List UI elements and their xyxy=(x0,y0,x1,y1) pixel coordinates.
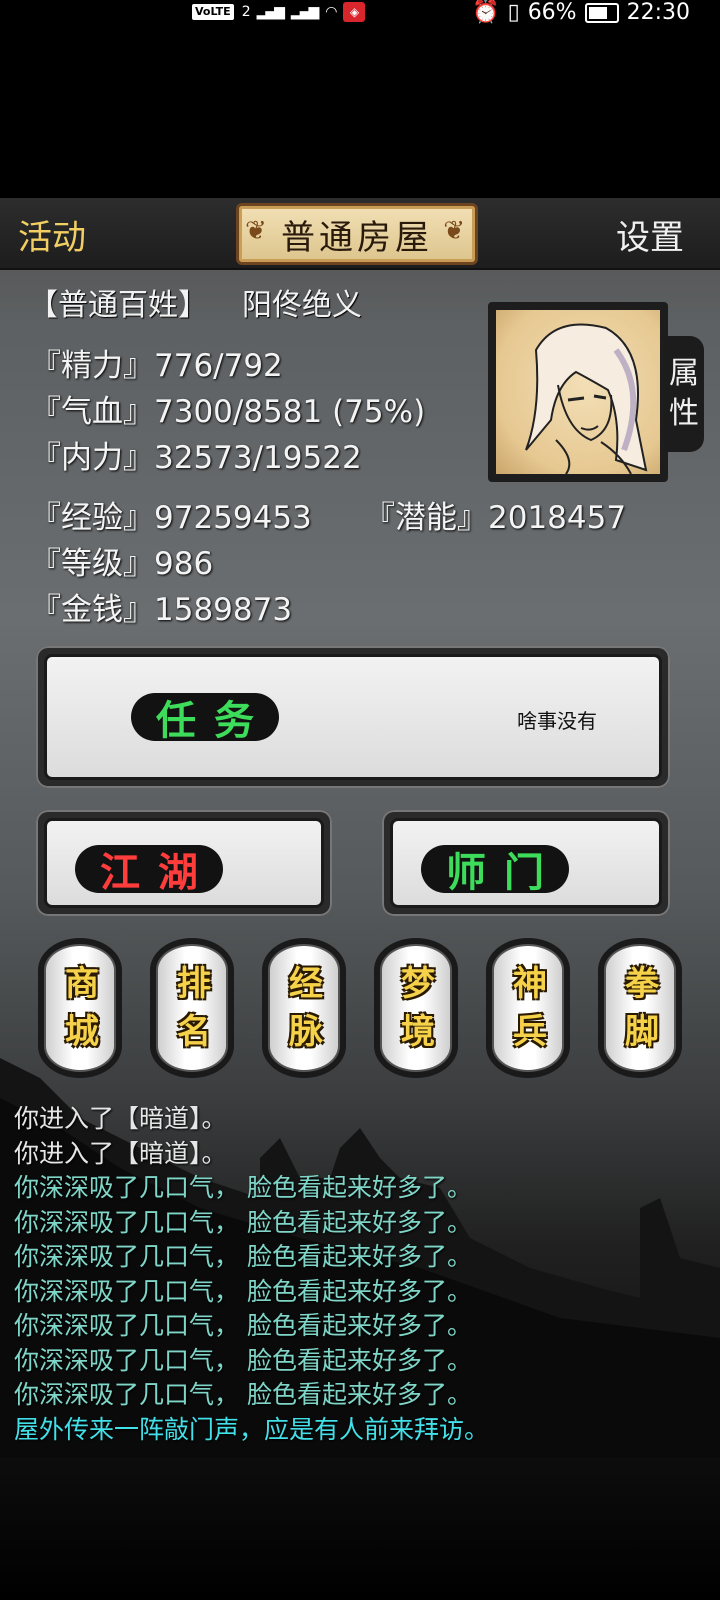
settings-button[interactable]: 设置 xyxy=(616,210,684,259)
status-right: ⏰ ▯ 66% 22:30 xyxy=(472,0,690,25)
task-panel-inner: 任务 啥事没有 xyxy=(44,654,662,780)
stat-label: 『经验』 xyxy=(30,500,154,536)
clock: 22:30 xyxy=(626,0,690,25)
log-line: 你进入了【暗道】。 xyxy=(14,1104,227,1133)
task-button[interactable]: 任务 xyxy=(131,693,279,744)
avatar[interactable] xyxy=(488,302,668,482)
stat-value: 2018457 xyxy=(488,500,627,536)
stat-jinqian: 『金钱』1589873 xyxy=(30,584,292,629)
stat-qianneng: 『潜能』2018457 xyxy=(364,492,626,537)
task-panel[interactable]: 任务 啥事没有 xyxy=(36,646,670,788)
stat-label: 『精力』 xyxy=(30,348,154,384)
stat-value: 32573/19522 xyxy=(154,440,362,476)
log-line: 你深深吸了几口气， 脸色看起来好多了。 xyxy=(14,1276,472,1306)
stat-label: 『气血』 xyxy=(30,394,154,430)
stat-value: 986 xyxy=(154,546,214,582)
game-screen: 活动 ❦ 普通房屋 ❦ 设置 【普通百姓】 阳佟绝义 『精力』776/792 『气… xyxy=(0,198,720,1600)
message-log[interactable]: 你进入了【暗道】。 你进入了【暗道】。 你深深吸了几口气， 脸色看起来好多了。 … xyxy=(14,1102,714,1447)
battery-icon xyxy=(584,2,619,23)
top-bar: 活动 ❦ 普通房屋 ❦ 设置 xyxy=(0,198,720,270)
stat-jingli: 『精力』776/792 xyxy=(30,340,283,385)
stat-value: 7300/8581 (75%) xyxy=(154,394,426,430)
stat-label: 『潜能』 xyxy=(364,500,488,536)
stat-label: 『内力』 xyxy=(30,440,154,476)
volte-badge: VoLTE xyxy=(192,4,234,20)
wifi-icon: ◠ xyxy=(325,4,337,20)
attributes-tab-char-1: 属 xyxy=(669,356,699,391)
location-title-text: 普通房屋 xyxy=(281,217,433,258)
log-line: 你深深吸了几口气， 脸色看起来好多了。 xyxy=(14,1242,472,1271)
task-status: 啥事没有 xyxy=(517,709,597,733)
log-line: 你深深吸了几口气， 脸色看起来好多了。 xyxy=(14,1311,472,1340)
stat-value: 776/792 xyxy=(154,348,283,384)
ornament-right-icon: ❦ xyxy=(443,216,469,246)
sim-indicator: 2 xyxy=(241,4,251,20)
character-portrait-drawing xyxy=(525,323,648,474)
stat-value: 1589873 xyxy=(154,592,293,628)
stat-qixue: 『气血』7300/8581 (75%) xyxy=(30,386,425,431)
jianghu-panel[interactable]: 江湖 xyxy=(36,810,332,916)
app-notification-icon: ◈ xyxy=(343,2,366,22)
player-rank: 【普通百姓】 xyxy=(28,288,208,323)
activity-button[interactable]: 活动 xyxy=(18,210,86,259)
log-line: 你深深吸了几口气， 脸色看起来好多了。 xyxy=(14,1345,472,1375)
jianghu-button[interactable]: 江湖 xyxy=(75,845,223,896)
stat-label: 『等级』 xyxy=(30,546,154,582)
log-line: 你深深吸了几口气， 脸色看起来好多了。 xyxy=(14,1173,472,1202)
player-identity: 【普通百姓】 阳佟绝义 xyxy=(28,280,362,324)
jianghu-panel-inner: 江湖 xyxy=(44,818,324,908)
shimen-button[interactable]: 师门 xyxy=(421,845,569,896)
shimen-panel[interactable]: 师门 xyxy=(382,810,670,916)
signal-icon-2: ▂▄▆ xyxy=(290,4,319,20)
location-title: ❦ 普通房屋 ❦ xyxy=(236,203,478,265)
ornament-left-icon: ❦ xyxy=(245,216,271,246)
stat-jingyan: 『经验』97259453 xyxy=(30,492,312,537)
shimen-panel-inner: 师门 xyxy=(390,818,662,908)
signal-icon: ▂▄▆ xyxy=(256,4,285,20)
log-line: 你深深吸了几口气， 脸色看起来好多了。 xyxy=(14,1207,472,1237)
attributes-tab-char-2: 性 xyxy=(669,396,699,431)
stat-neili: 『内力』32573/19522 xyxy=(30,432,362,477)
log-line: 屋外传来一阵敲门声，应是有人前来拜访。 xyxy=(14,1414,490,1444)
log-line: 你深深吸了几口气， 脸色看起来好多了。 xyxy=(14,1380,472,1409)
stat-dengji: 『等级』986 xyxy=(30,538,213,583)
vibrate-icon: ▯ xyxy=(507,0,520,25)
status-bar: VoLTE 2 ▂▄▆ ▂▄▆ ◠ ◈ ⏰ ▯ 66% 22:30 xyxy=(0,0,720,28)
character-portrait xyxy=(496,310,660,474)
stat-value: 97259453 xyxy=(154,500,312,536)
player-name: 阳佟绝义 xyxy=(242,288,362,323)
status-left: VoLTE 2 ▂▄▆ ▂▄▆ ◠ ◈ xyxy=(192,2,366,22)
attributes-tab[interactable]: 属 性 xyxy=(664,336,704,452)
log-line: 你进入了【暗道】。 xyxy=(14,1138,227,1168)
battery-percent: 66% xyxy=(527,0,577,25)
alarm-icon: ⏰ xyxy=(472,0,500,25)
stat-label: 『金钱』 xyxy=(30,592,154,628)
